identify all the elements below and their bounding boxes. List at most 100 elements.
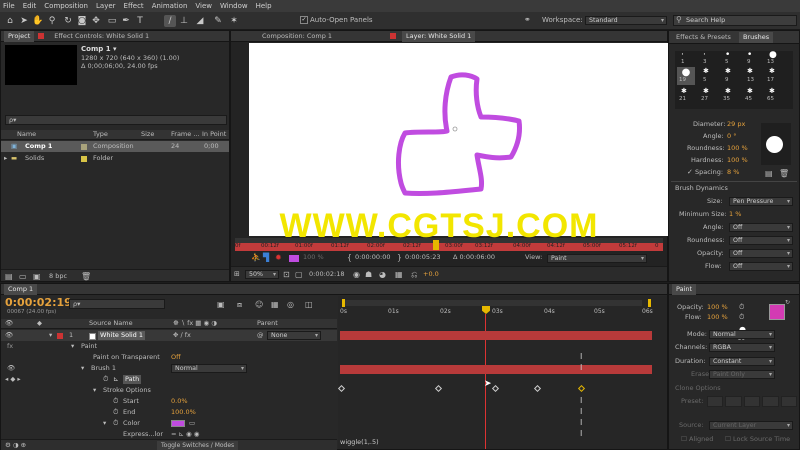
puppet-tool-icon[interactable]: ✶	[228, 15, 240, 27]
visibility-icon[interactable]: 👁	[7, 364, 15, 373]
tab-paint[interactable]: Paint	[672, 283, 697, 295]
collapse-arrow-icon[interactable]: ▾	[93, 386, 96, 395]
foreground-color-swatch[interactable]	[769, 304, 785, 320]
time-graph[interactable]: 0s 01s 02s 03s 04s 05s 06s I I ➤ I I I I…	[337, 296, 667, 449]
pen-tool-icon[interactable]: ✒	[120, 15, 132, 27]
new-folder-icon[interactable]: ▭	[19, 272, 27, 281]
keyframe[interactable]	[434, 384, 443, 393]
switches-icon[interactable]: ☸ ∖ fx ▦ ◉ ◑	[173, 319, 217, 328]
col-size[interactable]: Size	[141, 130, 154, 139]
tab-project[interactable]: Project	[4, 30, 35, 42]
stopwatch-icon[interactable]: ⏱	[739, 313, 744, 322]
keyframe-nav-icon[interactable]: ◂ ◆ ▸	[5, 375, 21, 384]
camera-tool-icon[interactable]: ◙	[76, 15, 88, 27]
dyn-roundness-dropdown[interactable]: Off	[729, 236, 793, 245]
draft-3d-icon[interactable]: ⧈	[237, 300, 242, 309]
col-source-name[interactable]: Source Name	[89, 319, 133, 328]
dyn-opacity-dropdown[interactable]: Off	[729, 249, 793, 258]
project-row-solids[interactable]: ▸ ▬ Solids Folder	[1, 153, 229, 164]
menu-effect[interactable]: Effect	[124, 2, 144, 10]
mode-dropdown[interactable]: Normal	[709, 330, 775, 339]
layer-duration-bar[interactable]	[340, 331, 652, 340]
menu-layer[interactable]: Layer	[96, 2, 116, 10]
swap-colors-icon[interactable]: ↻	[785, 298, 790, 307]
menu-file[interactable]: File	[3, 2, 15, 10]
duration-dropdown[interactable]: Constant	[709, 357, 775, 366]
opacity-value[interactable]: 100 %	[707, 303, 728, 312]
zoom-tool-icon[interactable]: ⚲	[46, 15, 58, 27]
brush-duration-bar[interactable]	[340, 365, 652, 374]
start-value[interactable]: 0.0%	[171, 397, 188, 406]
close-icon[interactable]	[390, 33, 397, 39]
paint-transparent-value[interactable]: Off	[171, 353, 181, 362]
marker-icon[interactable]: ▜	[263, 253, 269, 262]
collapse-arrow-icon[interactable]: ▾	[49, 331, 52, 340]
visibility-icon[interactable]: 👁	[5, 319, 13, 328]
stopwatch-icon[interactable]: ⏱	[113, 419, 118, 428]
brush-tip-dot[interactable]: ✱	[769, 67, 775, 76]
timecode-out[interactable]: 0:00:05:23	[405, 253, 441, 262]
view-dropdown[interactable]: Paint	[547, 254, 647, 263]
visibility-icon[interactable]: 👁	[5, 331, 13, 340]
pan-behind-tool-icon[interactable]: ✥	[90, 15, 102, 27]
tab-effect-controls[interactable]: Effect Controls: White Solid 1	[50, 31, 153, 42]
layer-time-ruler[interactable]: 0f 00:12f 01:00f 01:12f 02:00f 02:12f 03…	[235, 238, 663, 251]
stopwatch-icon[interactable]: ⏱	[739, 303, 744, 312]
dyn-minsize-value[interactable]: 1 %	[729, 210, 741, 219]
collapse-arrow-icon[interactable]: ▾	[71, 342, 74, 351]
graph-editor-icon[interactable]: ◫	[305, 300, 313, 309]
interpret-footage-icon[interactable]: ▤	[5, 272, 13, 281]
brush-tip-dot[interactable]: ✱	[725, 67, 731, 76]
brush-tip-dot[interactable]: ✱	[703, 67, 709, 76]
timeline-search-input[interactable]: ρ▾	[69, 299, 165, 309]
delete-brush-icon[interactable]: 🗑	[779, 169, 789, 178]
parent-dropdown[interactable]: None	[267, 331, 321, 340]
dyn-size-dropdown[interactable]: Pen Pressure	[729, 197, 793, 206]
color-swatch[interactable]	[289, 255, 299, 262]
work-area-start[interactable]	[342, 299, 345, 307]
new-brush-icon[interactable]: ▤	[765, 169, 773, 178]
in-point-icon[interactable]: {	[347, 253, 352, 262]
label-color[interactable]	[57, 333, 63, 339]
collapse-arrow-icon[interactable]: ▾	[81, 364, 84, 373]
keyframe[interactable]	[491, 384, 500, 393]
menu-view[interactable]: View	[195, 2, 212, 10]
timecode-in[interactable]: 0:00:00:00	[355, 253, 391, 262]
roto-brush-tool-icon[interactable]: ✎	[212, 15, 224, 27]
keyframe[interactable]	[533, 384, 542, 393]
menu-edit[interactable]: Edit	[23, 2, 37, 10]
eraser-tool-icon[interactable]: ◢	[194, 15, 206, 27]
current-timecode[interactable]: 0:00:02:18	[309, 270, 345, 279]
stopwatch-icon[interactable]: ⏱	[103, 375, 108, 384]
shift-icon[interactable]: ⛹	[251, 253, 261, 262]
col-parent[interactable]: Parent	[257, 319, 278, 328]
hardness-value[interactable]: 100 %	[727, 156, 748, 165]
selection-tool-icon[interactable]: ➤	[18, 15, 30, 27]
layer-name[interactable]: White Solid 1	[98, 331, 146, 340]
out-point-icon[interactable]: }	[397, 253, 402, 262]
stroke-options-label[interactable]: Stroke Options	[103, 386, 151, 395]
camera-snapshot-icon[interactable]: ◉	[353, 270, 360, 279]
tab-layer[interactable]: Layer: White Solid 1	[402, 30, 476, 42]
expression-text[interactable]: wiggle(1,.5)	[340, 438, 379, 447]
expand-arrow-icon[interactable]: ▸	[4, 154, 7, 163]
trash-icon[interactable]: 🗑	[81, 272, 91, 281]
always-preview-icon[interactable]: ⊞	[234, 270, 240, 279]
menu-composition[interactable]: Composition	[44, 2, 88, 10]
expression-switches-icon[interactable]: = ⊾ ◉ ◉	[171, 430, 199, 439]
angle-value[interactable]: 0 °	[727, 132, 736, 141]
work-area-end[interactable]	[648, 299, 651, 307]
tab-comp[interactable]: Comp 1	[4, 283, 38, 295]
current-time-indicator[interactable]	[433, 240, 439, 250]
color-swatch[interactable]	[171, 420, 185, 427]
exposure-value[interactable]: +0.0	[423, 270, 439, 279]
stopwatch-icon[interactable]: ⏱	[113, 408, 118, 417]
brush-tip-dot[interactable]: ✱	[747, 67, 753, 76]
show-snapshot-icon[interactable]: ☗	[365, 270, 372, 279]
graph-icon[interactable]: ⊾	[113, 375, 119, 384]
spacing-value[interactable]: 8 %	[727, 168, 739, 177]
project-search-input[interactable]: ρ▾	[5, 115, 227, 125]
channels-dropdown[interactable]: RGBA	[709, 343, 775, 352]
tab-brushes[interactable]: Brushes	[738, 31, 774, 43]
menu-window[interactable]: Window	[220, 2, 248, 10]
